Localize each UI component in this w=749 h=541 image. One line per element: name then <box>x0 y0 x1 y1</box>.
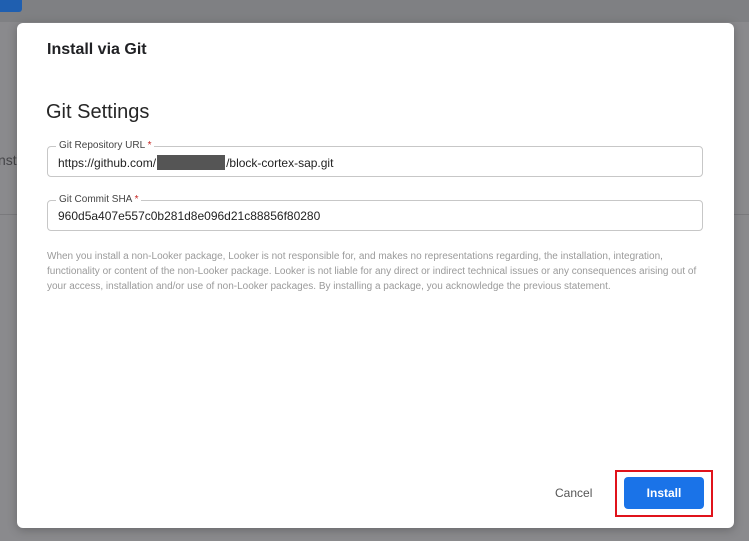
git-repository-url-field[interactable]: Git Repository URL * https://github.com/… <box>47 140 703 177</box>
cancel-button[interactable]: Cancel <box>555 486 592 500</box>
background-top-bar <box>0 0 749 22</box>
git-commit-sha-field[interactable]: Git Commit SHA * 960d5a407e557c0b281d8e0… <box>47 194 703 231</box>
redacted-block <box>157 155 226 170</box>
repo-url-prefix: https://github.com/ <box>58 155 157 170</box>
git-commit-sha-label: Git Commit SHA * <box>56 194 142 206</box>
background-button <box>0 0 22 12</box>
repo-url-suffix: /block-cortex-sap.git <box>226 155 334 170</box>
install-via-git-dialog: Install via Git Git Settings Git Reposit… <box>17 23 734 528</box>
section-title: Git Settings <box>46 101 150 123</box>
disclaimer-text: When you install a non-Looker package, L… <box>47 251 697 292</box>
install-button[interactable]: Install <box>624 477 704 509</box>
git-repository-url-value: https://github.com/ /block-cortex-sap.gi… <box>58 155 333 170</box>
background-partial-text: nst <box>0 152 17 168</box>
dialog-title: Install via Git <box>47 41 147 58</box>
git-repository-url-label-text: Git Repository URL <box>59 140 145 151</box>
git-commit-sha-label-text: Git Commit SHA <box>59 194 132 205</box>
required-mark: * <box>147 140 152 151</box>
git-commit-sha-value: 960d5a407e557c0b281d8e096d21c88856f80280 <box>58 209 321 223</box>
git-repository-url-label: Git Repository URL * <box>56 140 155 152</box>
required-mark: * <box>134 194 139 205</box>
